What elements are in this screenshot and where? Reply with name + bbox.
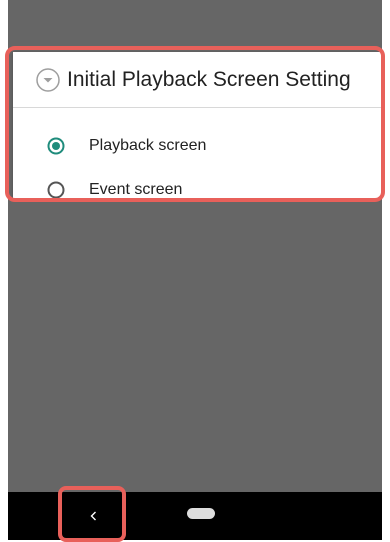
option-playback-screen[interactable]: Playback screen bbox=[13, 124, 381, 168]
option-event-screen[interactable]: Event screen bbox=[13, 168, 381, 212]
radio-unselected-icon[interactable] bbox=[47, 181, 65, 199]
radio-selected-icon[interactable] bbox=[47, 137, 65, 155]
playback-setting-dialog: Initial Playback Screen Setting Playback… bbox=[13, 52, 381, 199]
back-button[interactable] bbox=[68, 498, 120, 538]
option-label: Event screen bbox=[89, 181, 183, 198]
option-label: Playback screen bbox=[89, 137, 207, 154]
back-chevron-icon bbox=[89, 509, 99, 527]
dialog-title: Initial Playback Screen Setting bbox=[67, 67, 351, 91]
home-pill-icon[interactable] bbox=[187, 508, 215, 519]
dialog-header: Initial Playback Screen Setting bbox=[13, 52, 381, 108]
chevron-down-circle-icon[interactable] bbox=[35, 67, 61, 93]
